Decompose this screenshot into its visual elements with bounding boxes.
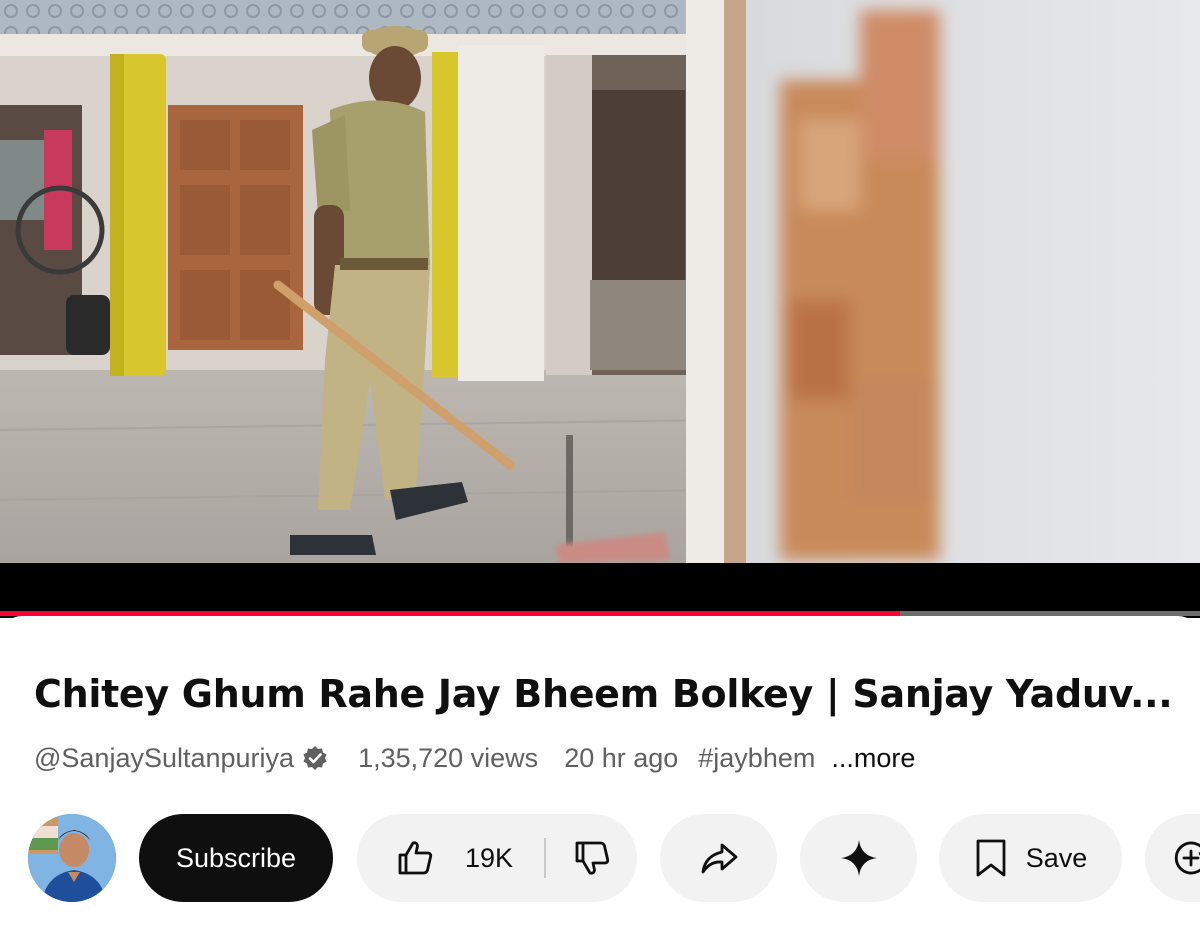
hashtag-link[interactable]: #jaybhem [698,743,815,774]
action-row: Subscribe 19K Save [0,814,1200,904]
view-count: 1,35,720 views [358,742,539,773]
ask-ai-button[interactable] [800,814,917,902]
like-button[interactable]: 19K [357,814,513,902]
video-title[interactable]: Chitey Ghum Rahe Jay Bheem Bolkey | Sanj… [34,670,1184,718]
save-button[interactable]: Save [939,814,1122,902]
save-label: Save [1025,842,1088,873]
video-frame[interactable] [0,0,1200,563]
subscribe-label: Subscribe [175,842,297,873]
share-button[interactable] [660,814,777,902]
bookmark-icon [974,838,1008,878]
channel-avatar[interactable] [28,814,116,902]
thumbs-up-icon [395,838,435,878]
upload-age: 20 hr ago [564,742,679,773]
sparkle-icon [839,838,879,878]
channel-handle[interactable]: @SanjaySultanpuriya [34,743,294,774]
video-info-sheet: Chitey Ghum Rahe Jay Bheem Bolkey | Sanj… [0,616,1200,927]
video-player[interactable] [0,0,1200,618]
remix-icon [1171,838,1200,878]
video-meta-row[interactable]: @SanjaySultanpuriya 1,35,720 views 20 hr… [34,740,915,776]
subscribe-button[interactable]: Subscribe [139,814,333,902]
like-dislike-group: 19K [357,814,637,902]
remix-button[interactable] [1145,814,1200,902]
dislike-button[interactable] [546,814,612,902]
like-count: 19K [465,842,514,873]
thumbs-down-icon [572,838,612,878]
more-description-button[interactable]: ...more [831,743,915,774]
verified-badge-icon [302,745,328,771]
share-arrow-icon [698,837,740,879]
